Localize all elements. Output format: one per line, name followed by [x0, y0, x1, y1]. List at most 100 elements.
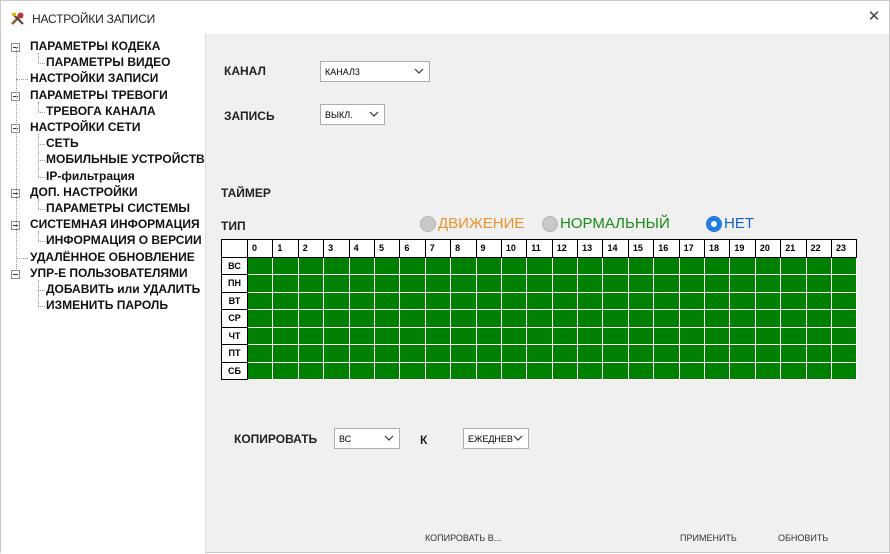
- schedule-cell[interactable]: [475, 361, 502, 380]
- schedule-cell[interactable]: [678, 274, 706, 293]
- schedule-cell[interactable]: [551, 344, 579, 363]
- schedule-cell[interactable]: [704, 274, 731, 293]
- schedule-cell[interactable]: [348, 274, 375, 293]
- schedule-cell[interactable]: [830, 326, 858, 345]
- schedule-cell[interactable]: [526, 291, 553, 310]
- schedule-cell[interactable]: [830, 344, 858, 363]
- schedule-cell[interactable]: [551, 309, 579, 328]
- schedule-cell[interactable]: [500, 326, 528, 345]
- schedule-cell[interactable]: [323, 309, 350, 328]
- schedule-cell[interactable]: [780, 326, 807, 345]
- schedule-cell[interactable]: [653, 326, 680, 345]
- schedule-cell[interactable]: [297, 326, 325, 345]
- refresh-button[interactable]: ОБНОВИТЬ: [778, 533, 828, 543]
- schedule-cell[interactable]: [780, 309, 807, 328]
- schedule-cell[interactable]: [602, 291, 629, 310]
- schedule-cell[interactable]: [627, 274, 655, 293]
- schedule-cell[interactable]: [450, 361, 477, 380]
- schedule-cell[interactable]: [830, 256, 858, 275]
- schedule-cell[interactable]: [729, 326, 756, 345]
- schedule-cell[interactable]: [602, 309, 629, 328]
- copy-to-select[interactable]: ЕЖЕДНЕВ: [463, 428, 529, 449]
- schedule-cell[interactable]: [805, 291, 832, 310]
- schedule-cell[interactable]: [500, 256, 528, 275]
- schedule-cell[interactable]: [373, 256, 401, 275]
- schedule-cell[interactable]: [323, 344, 350, 363]
- schedule-cell[interactable]: [627, 326, 655, 345]
- schedule-cell[interactable]: [424, 274, 452, 293]
- schedule-cell[interactable]: [348, 291, 375, 310]
- schedule-cell[interactable]: [602, 344, 629, 363]
- schedule-cell[interactable]: [272, 291, 299, 310]
- schedule-cell[interactable]: [577, 274, 604, 293]
- schedule-cell[interactable]: [704, 361, 731, 380]
- schedule-cell[interactable]: [272, 274, 299, 293]
- schedule-cell[interactable]: [830, 309, 858, 328]
- schedule-cell[interactable]: [602, 274, 629, 293]
- schedule-cell[interactable]: [627, 256, 655, 275]
- schedule-cell[interactable]: [754, 309, 782, 328]
- schedule-cell[interactable]: [246, 361, 274, 380]
- schedule-cell[interactable]: [729, 344, 756, 363]
- record-select[interactable]: ВЫКЛ.: [320, 104, 385, 125]
- schedule-cell[interactable]: [348, 256, 375, 275]
- schedule-cell[interactable]: [424, 309, 452, 328]
- schedule-cell[interactable]: [526, 326, 553, 345]
- schedule-cell[interactable]: [450, 291, 477, 310]
- schedule-cell[interactable]: [475, 274, 502, 293]
- copy-from-select[interactable]: ВС: [334, 428, 400, 449]
- schedule-cell[interactable]: [805, 344, 832, 363]
- schedule-cell[interactable]: [373, 309, 401, 328]
- schedule-cell[interactable]: [246, 309, 274, 328]
- schedule-grid[interactable]: 0 1 2 3 4 5 6 7 8 9 10 11 12 13 14 15 16 17 18 19 20 21 22 23 ВС…: [221, 239, 858, 380]
- schedule-cell[interactable]: [323, 274, 350, 293]
- schedule-cell[interactable]: [754, 274, 782, 293]
- schedule-cell[interactable]: [577, 326, 604, 345]
- schedule-cell[interactable]: [653, 309, 680, 328]
- schedule-cell[interactable]: [450, 344, 477, 363]
- schedule-cell[interactable]: [526, 361, 553, 380]
- schedule-cell[interactable]: [500, 361, 528, 380]
- schedule-cell[interactable]: [627, 344, 655, 363]
- schedule-cell[interactable]: [246, 326, 274, 345]
- schedule-cell[interactable]: [602, 361, 629, 380]
- schedule-cell[interactable]: [678, 291, 706, 310]
- schedule-cell[interactable]: [297, 344, 325, 363]
- schedule-cell[interactable]: [577, 361, 604, 380]
- schedule-cell[interactable]: [805, 309, 832, 328]
- schedule-cell[interactable]: [577, 256, 604, 275]
- schedule-cell[interactable]: [450, 256, 477, 275]
- schedule-cell[interactable]: [551, 274, 579, 293]
- schedule-cell[interactable]: [373, 291, 401, 310]
- schedule-cell[interactable]: [424, 361, 452, 380]
- schedule-cell[interactable]: [297, 361, 325, 380]
- schedule-cell[interactable]: [246, 256, 274, 275]
- close-icon[interactable]: ✕: [863, 6, 885, 28]
- schedule-cell[interactable]: [348, 326, 375, 345]
- schedule-cell[interactable]: [678, 326, 706, 345]
- schedule-cell[interactable]: [678, 344, 706, 363]
- schedule-cell[interactable]: [399, 291, 426, 310]
- schedule-cell[interactable]: [551, 256, 579, 275]
- schedule-cell[interactable]: [729, 274, 756, 293]
- schedule-cell[interactable]: [653, 274, 680, 293]
- schedule-cell[interactable]: [475, 344, 502, 363]
- schedule-cell[interactable]: [526, 256, 553, 275]
- schedule-cell[interactable]: [526, 309, 553, 328]
- schedule-cell[interactable]: [424, 256, 452, 275]
- schedule-cell[interactable]: [754, 256, 782, 275]
- schedule-cell[interactable]: [678, 256, 706, 275]
- channel-select[interactable]: КАНАЛ3: [320, 61, 430, 82]
- schedule-cell[interactable]: [297, 256, 325, 275]
- schedule-cell[interactable]: [475, 291, 502, 310]
- schedule-cell[interactable]: [805, 326, 832, 345]
- schedule-cell[interactable]: [678, 361, 706, 380]
- collapse-icon[interactable]: [11, 269, 20, 279]
- schedule-cell[interactable]: [602, 256, 629, 275]
- schedule-cell[interactable]: [500, 291, 528, 310]
- schedule-cell[interactable]: [399, 344, 426, 363]
- schedule-cell[interactable]: [653, 256, 680, 275]
- schedule-cell[interactable]: [297, 274, 325, 293]
- schedule-cell[interactable]: [780, 274, 807, 293]
- schedule-cell[interactable]: [780, 344, 807, 363]
